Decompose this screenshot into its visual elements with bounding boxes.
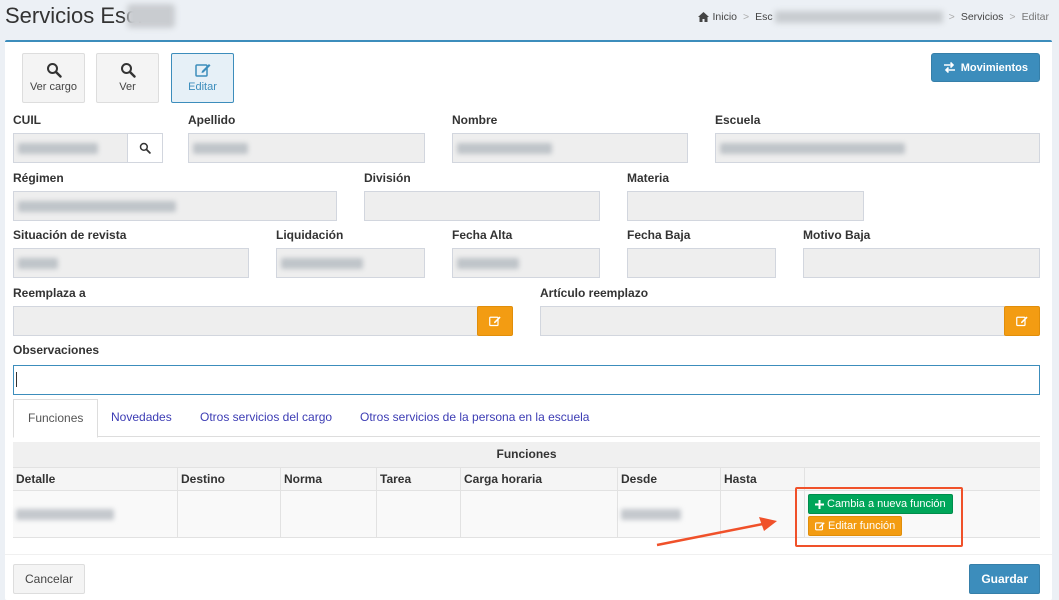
save-button[interactable]: Guardar bbox=[969, 564, 1040, 594]
redacted-value bbox=[18, 201, 176, 212]
column-header: Detalle bbox=[13, 468, 178, 490]
redacted-value bbox=[281, 258, 363, 269]
redacted-value bbox=[193, 143, 248, 154]
search-icon bbox=[139, 142, 151, 154]
cancel-button[interactable]: Cancelar bbox=[13, 564, 86, 594]
breadcrumb-school[interactable]: Esc bbox=[755, 11, 773, 23]
column-header: Desde bbox=[618, 468, 721, 490]
redacted-value bbox=[720, 143, 905, 154]
editar-label: Editar bbox=[188, 81, 217, 93]
materia-label: Materia bbox=[627, 171, 670, 185]
tab-bar: Funciones Novedades Otros servicios del … bbox=[13, 399, 1040, 438]
page-title: Servicios Esc. bbox=[5, 3, 144, 28]
editar-button[interactable]: Editar bbox=[171, 53, 234, 103]
apellido-field[interactable] bbox=[188, 133, 425, 163]
redacted-value bbox=[457, 258, 519, 269]
search-icon bbox=[46, 63, 62, 78]
edit-icon bbox=[1016, 316, 1028, 327]
regimen-field[interactable] bbox=[13, 191, 337, 221]
division-field[interactable] bbox=[364, 191, 600, 221]
observaciones-input[interactable] bbox=[13, 365, 1040, 395]
reemplaza-a-field[interactable] bbox=[13, 306, 478, 336]
column-header: Carga horaria bbox=[461, 468, 618, 490]
table-cell bbox=[13, 491, 178, 537]
escuela-field[interactable] bbox=[715, 133, 1040, 163]
ver-label: Ver bbox=[119, 81, 136, 93]
table-cell bbox=[178, 491, 281, 537]
ver-cargo-button[interactable]: Ver cargo bbox=[22, 53, 85, 103]
exchange-icon bbox=[943, 62, 955, 73]
column-header: Tarea bbox=[377, 468, 461, 490]
motivo-baja-label: Motivo Baja bbox=[803, 228, 871, 242]
articulo-reemplazo-label: Artículo reemplazo bbox=[540, 286, 649, 300]
footer-divider bbox=[5, 554, 1052, 555]
title-redacted bbox=[127, 4, 175, 28]
materia-field[interactable] bbox=[627, 191, 864, 221]
tab-novedades[interactable]: Novedades bbox=[97, 399, 186, 437]
apellido-label: Apellido bbox=[188, 113, 236, 127]
movimientos-button[interactable]: Movimientos bbox=[930, 53, 1040, 82]
annotation-highlight-box bbox=[795, 487, 963, 547]
breadcrumb: Inicio > Esc > Servicios > Editar bbox=[697, 11, 1049, 23]
nombre-field[interactable] bbox=[452, 133, 688, 163]
home-icon bbox=[697, 12, 709, 22]
fecha-alta-label: Fecha Alta bbox=[452, 228, 513, 242]
breadcrumb-home[interactable]: Inicio bbox=[713, 11, 738, 23]
column-header: Norma bbox=[281, 468, 377, 490]
liquidacion-label: Liquidación bbox=[276, 228, 344, 242]
table-cell bbox=[281, 491, 377, 537]
fecha-baja-label: Fecha Baja bbox=[627, 228, 691, 242]
edit-icon bbox=[489, 316, 501, 327]
situacion-revista-field[interactable] bbox=[13, 248, 249, 278]
motivo-baja-field[interactable] bbox=[803, 248, 1040, 278]
observaciones-label: Observaciones bbox=[13, 343, 100, 357]
search-icon bbox=[120, 63, 136, 78]
fecha-baja-field[interactable] bbox=[627, 248, 776, 278]
column-header: Hasta bbox=[721, 468, 805, 490]
breadcrumb-separator: > bbox=[948, 11, 955, 23]
situacion-revista-label: Situación de revista bbox=[13, 228, 127, 242]
breadcrumb-servicios[interactable]: Servicios bbox=[961, 11, 1004, 23]
breadcrumb-current: Editar bbox=[1021, 11, 1049, 23]
page-header: Servicios Esc. Inicio > Esc > Servicios … bbox=[0, 0, 1059, 36]
redacted-value bbox=[18, 143, 98, 154]
cuil-label: CUIL bbox=[13, 113, 41, 127]
text-caret bbox=[16, 372, 17, 387]
articulo-reemplazo-edit-button[interactable] bbox=[1004, 306, 1040, 336]
cuil-search-button[interactable] bbox=[127, 133, 163, 163]
movimientos-label: Movimientos bbox=[960, 61, 1028, 74]
ver-cargo-label: Ver cargo bbox=[29, 81, 78, 93]
reemplaza-a-edit-button[interactable] bbox=[477, 306, 513, 336]
table-cell bbox=[377, 491, 461, 537]
tab-otros-servicios-cargo[interactable]: Otros servicios del cargo bbox=[186, 399, 346, 437]
breadcrumb-separator: > bbox=[743, 11, 750, 23]
table-caption: Funciones bbox=[13, 442, 1040, 467]
ver-button[interactable]: Ver bbox=[96, 53, 159, 103]
main-box: Ver cargo Ver Editar Movimientos CUIL Ap… bbox=[5, 40, 1052, 600]
column-header: Destino bbox=[178, 468, 281, 490]
redacted-value bbox=[18, 258, 58, 269]
redacted-value bbox=[457, 143, 552, 154]
escuela-label: Escuela bbox=[715, 113, 761, 127]
breadcrumb-school-redacted bbox=[774, 11, 943, 23]
redacted-value bbox=[16, 509, 114, 520]
fecha-alta-field[interactable] bbox=[452, 248, 600, 278]
table-cell bbox=[461, 491, 618, 537]
breadcrumb-separator: > bbox=[1009, 11, 1016, 23]
annotation-arrow-icon bbox=[656, 517, 777, 547]
reemplaza-a-label: Reemplaza a bbox=[13, 286, 86, 300]
liquidacion-field[interactable] bbox=[276, 248, 425, 278]
tab-funciones[interactable]: Funciones bbox=[13, 399, 99, 438]
nombre-label: Nombre bbox=[452, 113, 498, 127]
articulo-reemplazo-field[interactable] bbox=[540, 306, 1005, 336]
edit-icon bbox=[194, 64, 210, 77]
cuil-field[interactable] bbox=[13, 133, 128, 163]
division-label: División bbox=[364, 171, 411, 185]
regimen-label: Régimen bbox=[13, 171, 64, 185]
tab-otros-servicios-persona[interactable]: Otros servicios de la persona en la escu… bbox=[346, 399, 603, 437]
